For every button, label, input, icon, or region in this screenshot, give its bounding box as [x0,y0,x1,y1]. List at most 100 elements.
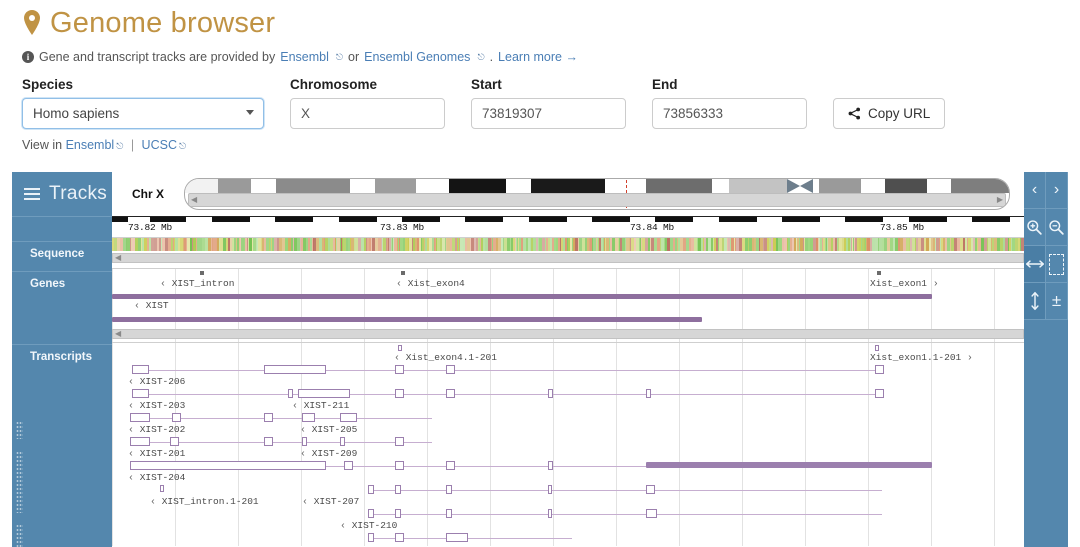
transcript-exon[interactable] [302,413,315,422]
transcript-label[interactable]: Xist_exon1.1-201 › [870,352,973,364]
transcript-exon[interactable] [298,389,350,398]
transcript-exon[interactable] [548,485,552,494]
transcript-exon[interactable] [264,437,273,446]
transcript-exon[interactable] [368,533,374,542]
transcript-exon[interactable] [132,365,149,374]
chromosome-input[interactable] [290,98,445,129]
sequence-track[interactable]: ◀ [112,238,1024,269]
transcript-exon[interactable] [446,389,455,398]
transcript-label[interactable]: ‹ XIST-211 [292,400,349,412]
transcript-exon[interactable] [446,533,468,542]
transcripts-track[interactable]: ‹ Xist_exon4.1-201 Xist_exon1.1-201 › ‹ … [112,343,1024,546]
transcript-exon[interactable] [446,461,455,470]
genes-track[interactable]: ‹ XIST_intron ‹ Xist_exon4 Xist_exon1 › … [112,269,1024,343]
transcript-label[interactable]: ‹ XIST-201 [128,448,185,460]
transcript-exon[interactable] [130,461,326,470]
pan-left-button[interactable]: ‹ [1024,172,1046,209]
transcript-exon[interactable] [548,509,552,518]
select-region-button[interactable] [1046,246,1068,283]
hamburger-icon[interactable] [24,188,40,200]
fit-width-button[interactable] [1024,246,1046,283]
transcript-exon[interactable] [395,485,401,494]
transcript-label[interactable]: ‹ XIST-210 [340,520,397,532]
transcript-exon[interactable] [646,389,651,398]
scroll-left-icon-seq[interactable]: ◀ [115,253,121,262]
transcript-exon[interactable] [548,389,553,398]
gene-body-bar-2[interactable] [112,317,702,322]
genes-scrollbar[interactable]: ◀ [112,329,1024,339]
transcript-exon[interactable] [395,509,401,518]
transcript-exon[interactable] [340,413,357,422]
copy-url-button[interactable]: Copy URL [833,98,946,129]
transcript-exon[interactable] [288,389,293,398]
ensembl-genomes-link[interactable]: Ensembl Genomes [364,49,470,65]
transcript-exon[interactable] [302,437,307,446]
gene-label-xist[interactable]: ‹ XIST [134,300,169,312]
transcript-exon[interactable] [446,485,452,494]
transcript-label[interactable]: ‹ XIST_intron.1-201 [150,496,259,508]
transcript-label[interactable]: ‹ XIST-205 [300,424,357,436]
transcript-exon[interactable] [264,413,273,422]
track-label-sequence[interactable]: Sequence [12,242,112,439]
transcript-label[interactable]: ‹ Xist_exon4.1-201 [394,352,497,364]
transcript-exon[interactable] [172,413,181,422]
zoom-in-button[interactable] [1024,209,1046,246]
transcript-exon[interactable] [548,461,553,470]
view-in-ucsc-link[interactable]: UCSC [142,138,177,152]
scroll-right-icon[interactable]: ▶ [997,195,1003,204]
scroll-left-icon[interactable]: ◀ [191,195,197,204]
transcript-exon[interactable] [344,461,353,470]
track-label-genes[interactable]: Genes [12,272,112,513]
chromosome-ideogram[interactable]: ◀ ▶ [184,178,1010,210]
fit-height-button[interactable] [1024,283,1046,320]
transcript-exon[interactable] [130,413,150,422]
transcript-exon[interactable] [264,365,326,374]
drag-handle-sequence[interactable] [16,421,23,439]
drag-handle-genes[interactable] [16,451,23,513]
gene-label-xist-exon1[interactable]: Xist_exon1 › [870,278,939,290]
transcript-label[interactable]: ‹ XIST-202 [128,424,185,436]
transcript-label[interactable]: ‹ XIST-209 [300,448,357,460]
transcript-label[interactable]: ‹ XIST-206 [128,376,185,388]
learn-more-link[interactable]: Learn more → [498,49,578,65]
tracks-header[interactable]: Tracks [12,172,112,217]
gene-label-xist-intron[interactable]: ‹ XIST_intron [160,278,234,290]
transcript-exon[interactable] [368,485,374,494]
gene-label-xist-exon4[interactable]: ‹ Xist_exon4 [396,278,465,290]
transcript-exon[interactable] [395,365,404,374]
species-select[interactable]: Homo sapiens [21,97,265,130]
transcript-exon[interactable] [395,389,404,398]
scroll-left-icon-genes[interactable]: ◀ [115,329,121,338]
transcript-exon[interactable] [875,345,879,351]
ideogram-scrollbar[interactable]: ◀ ▶ [188,193,1006,207]
transcript-exon[interactable] [132,389,149,398]
transcript-exon[interactable] [395,461,404,470]
start-input[interactable] [471,98,626,129]
transcript-label[interactable]: ‹ XIST-203 [128,400,185,412]
transcript-exon[interactable] [446,365,455,374]
transcript-exon[interactable] [170,437,179,446]
transcript-exon[interactable] [646,485,655,494]
transcript-exon[interactable] [646,509,657,518]
ensembl-link[interactable]: Ensembl [280,49,329,65]
end-input[interactable] [652,98,807,129]
transcript-exon[interactable] [398,345,402,351]
transcript-exon[interactable] [395,533,404,542]
view-in-ensembl-link[interactable]: Ensembl [66,138,115,152]
transcript-exon[interactable] [130,437,150,446]
track-label-transcripts[interactable]: Transcripts [12,345,112,547]
sequence-scrollbar[interactable]: ◀ [112,253,1024,263]
transcript-exon[interactable] [446,509,452,518]
transcript-exon[interactable] [160,485,164,492]
pan-right-button[interactable]: › [1046,172,1068,209]
drag-handle-transcripts[interactable] [16,524,23,547]
transcript-exon-wide[interactable] [646,462,932,468]
transcript-exon[interactable] [875,365,884,374]
transcript-exon[interactable] [340,437,345,446]
expand-collapse-button[interactable]: ± [1046,283,1068,320]
transcript-exon[interactable] [875,389,884,398]
transcript-label[interactable]: ‹ XIST-207 [302,496,359,508]
transcript-exon[interactable] [395,437,404,446]
transcript-exon[interactable] [368,509,374,518]
zoom-out-button[interactable] [1046,209,1068,246]
